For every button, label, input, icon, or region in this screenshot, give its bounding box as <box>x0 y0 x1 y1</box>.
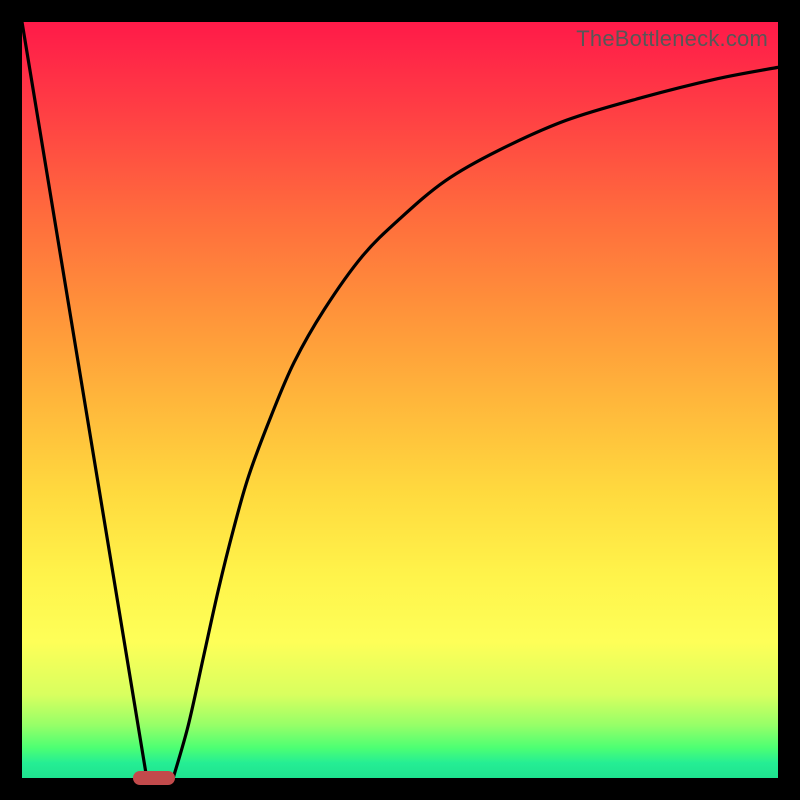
curve-layer <box>22 22 778 778</box>
recovery-curve-path <box>173 67 778 778</box>
chart-container: TheBottleneck.com <box>0 0 800 800</box>
left-wall-path <box>22 22 147 778</box>
trough-marker <box>133 771 175 785</box>
plot-area: TheBottleneck.com <box>22 22 778 778</box>
